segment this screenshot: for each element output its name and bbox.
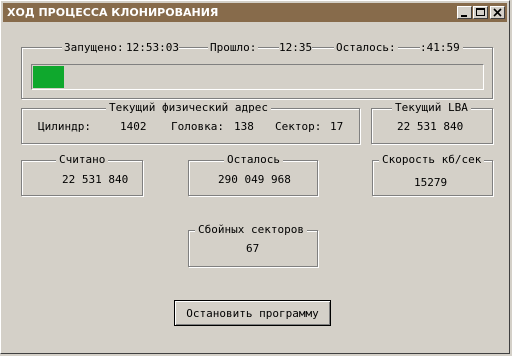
lba-value: 22 531 840	[397, 120, 464, 133]
clone-progress-window: ХОД ПРОЦЕССА КЛОНИРОВАНИЯ Запущено: 12:5…	[0, 0, 510, 354]
minimize-icon	[461, 15, 467, 17]
read-group: Считано 22 531 840	[21, 153, 143, 196]
minimize-button[interactable]	[457, 6, 472, 19]
speed-group: Скорость кб/сек 15279	[372, 153, 493, 196]
speed-legend: Скорость кб/сек	[379, 153, 485, 167]
remaining-legend: Осталось	[224, 153, 283, 167]
started-label: Запущено:	[62, 41, 126, 55]
cylinder-label: Цилиндр:	[38, 120, 91, 133]
remaining-value: 290 049 968	[218, 173, 291, 186]
read-value: 22 531 840	[62, 173, 129, 186]
title-bar[interactable]: ХОД ПРОЦЕССА КЛОНИРОВАНИЯ	[3, 3, 507, 22]
started-time: 12:53:03	[126, 41, 179, 55]
physical-address-legend: Текущий физический адрес	[106, 101, 271, 115]
read-legend: Считано	[56, 153, 109, 167]
sector-label: Сектор:	[275, 120, 322, 133]
close-button[interactable]	[490, 6, 505, 19]
close-icon	[493, 8, 502, 17]
window-title: ХОД ПРОЦЕССА КЛОНИРОВАНИЯ	[7, 6, 219, 19]
head-label: Головка:	[171, 120, 224, 133]
stop-program-button[interactable]: Остановить программу	[174, 300, 331, 326]
progress-bar	[31, 64, 484, 90]
elapsed-label: Прошло:	[208, 41, 259, 55]
elapsed-time: 12:35	[279, 41, 313, 55]
bad-sectors-group: Сбойных секторов 67	[188, 223, 318, 267]
maximize-button[interactable]	[473, 6, 488, 19]
sector-value: 17	[330, 120, 344, 133]
remaining-time: :41:59	[420, 41, 463, 55]
physical-address-group: Текущий физический адрес Цилиндр: 1402 Г…	[21, 101, 360, 144]
lba-legend: Текущий LBA	[392, 101, 471, 115]
progress-group: Запущено: 12:53:03 Прошло: 12:35 Осталос…	[21, 41, 493, 99]
speed-value: 15279	[414, 176, 448, 189]
progress-bar-fill	[33, 66, 64, 88]
cylinder-value: 1402	[120, 120, 147, 133]
bad-sectors-legend: Сбойных секторов	[195, 223, 307, 237]
bad-sectors-value: 67	[246, 242, 260, 255]
maximize-icon	[476, 8, 485, 16]
remaining-group: Осталось 290 049 968	[188, 153, 318, 196]
lba-group: Текущий LBA 22 531 840	[371, 101, 493, 144]
remaining-time-label: Осталось:	[334, 41, 398, 55]
head-value: 138	[234, 120, 254, 133]
